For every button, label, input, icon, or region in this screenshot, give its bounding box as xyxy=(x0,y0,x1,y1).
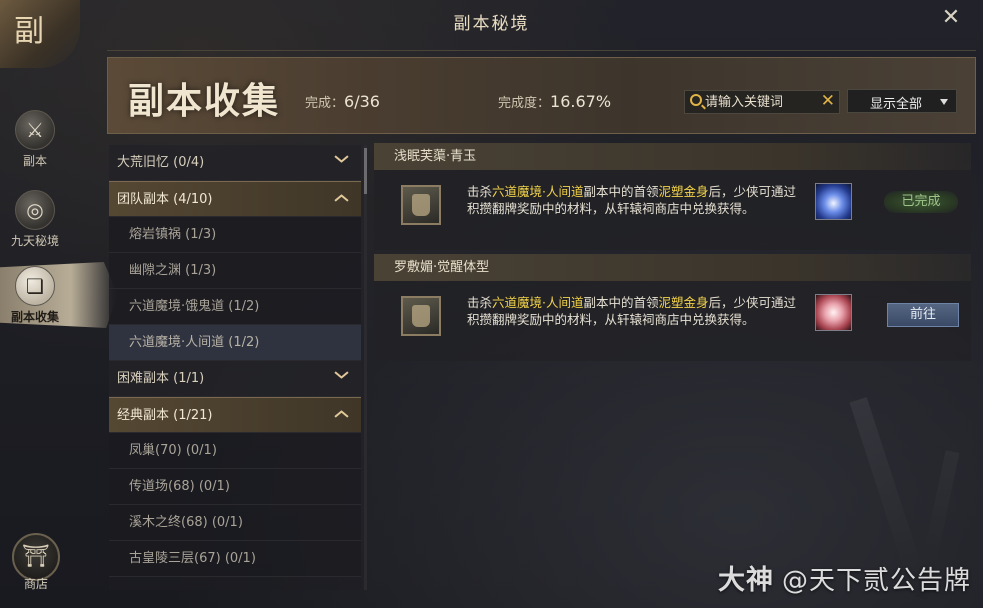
nav-item-dungeon[interactable]: ⚔ 副本 xyxy=(0,110,70,169)
desc-dungeon: 六道魔境·人间道 xyxy=(492,184,584,199)
completed-badge: 已完成 xyxy=(884,191,958,213)
row-count: (1/1) xyxy=(173,371,205,386)
nav-item-jiutian[interactable]: ◎ 九天秘境 xyxy=(0,190,70,249)
row-label: 大荒旧忆 xyxy=(117,155,170,170)
dungeon-list[interactable]: 大荒旧忆 (0/4) 团队副本 (4/10) 熔岩镇祸 (1/3) 幽隙之渊 (… xyxy=(109,145,361,590)
boss-thumbnail xyxy=(401,185,441,225)
chevron-down-icon xyxy=(940,99,948,105)
row-count: (1/2) xyxy=(228,335,260,350)
row-label: 凤巢(70) xyxy=(129,443,182,458)
title-bar: 副本秘境 ✕ xyxy=(0,0,983,40)
desc-dungeon: 六道魔境·人间道 xyxy=(492,295,584,310)
list-scrollbar[interactable] xyxy=(364,145,367,590)
row-label: 溪木之终(68) xyxy=(129,515,208,530)
category-row[interactable]: 经典副本 (1/21) xyxy=(109,397,361,433)
completion-stat: 完成度：16.67% xyxy=(498,92,611,111)
row-label: 幽隙之渊 xyxy=(129,263,182,278)
reward-item-icon[interactable] xyxy=(815,183,852,220)
row-count: (0/4) xyxy=(173,155,205,170)
watermark-handle: @天下贰公告牌 xyxy=(781,566,971,596)
entry-body: 击杀六道魔境·人间道副本中的首领泥塑金身后，少侠可通过积攒翻牌奖励中的材料，从轩… xyxy=(374,281,971,361)
search-icon xyxy=(690,94,702,106)
filter-dropdown[interactable]: 显示全部 xyxy=(847,89,957,113)
search-box[interactable]: ✕ xyxy=(684,90,840,114)
desc-boss: 泥塑金身 xyxy=(658,295,709,310)
entry-title: 浅眠芙蕖·青玉 xyxy=(374,143,971,170)
boss-thumbnail xyxy=(401,296,441,336)
row-count: (0/1) xyxy=(185,443,217,458)
row-count: (1/2) xyxy=(228,299,260,314)
watermark: 大神 @天下贰公告牌 xyxy=(718,558,971,597)
row-count: (1/21) xyxy=(173,408,213,423)
row-count: (0/1) xyxy=(211,515,243,530)
swirl-icon: ◎ xyxy=(15,190,55,230)
entry-description: 击杀六道魔境·人间道副本中的首领泥塑金身后，少侠可通过积攒翻牌奖励中的材料，从轩… xyxy=(467,183,797,217)
window-title: 副本秘境 xyxy=(453,14,530,34)
dungeon-row[interactable]: 古皇陵三层(67) (0/1) xyxy=(109,541,361,577)
list-scrollbar-thumb[interactable] xyxy=(364,148,367,194)
completion-value: 16.67% xyxy=(550,92,612,111)
watermark-brand: 大神 xyxy=(717,565,774,596)
row-label: 困难副本 xyxy=(117,371,170,386)
sword-circle-icon: ⚔ xyxy=(15,110,55,150)
completion-label: 完成度： xyxy=(498,96,551,111)
row-label: 熔岩镇祸 xyxy=(129,227,182,242)
nav-label: 副本收集 xyxy=(10,310,59,324)
row-count: (1/3) xyxy=(185,227,217,242)
dungeon-row[interactable]: 凤巢(70) (0/1) xyxy=(109,433,361,469)
entry-description: 击杀六道魔境·人间道副本中的首领泥塑金身后，少侠可通过积攒翻牌奖励中的材料，从轩… xyxy=(467,294,797,328)
dungeon-row[interactable]: 熔岩镇祸 (1/3) xyxy=(109,217,361,253)
filter-value: 显示全部 xyxy=(870,97,923,112)
progress-label: 完成： xyxy=(305,96,345,111)
close-icon[interactable]: ✕ xyxy=(939,6,963,30)
nav-label: 九天秘境 xyxy=(10,234,59,248)
row-label: 古皇陵三层(67) xyxy=(129,551,221,566)
desc-text: 击杀 xyxy=(467,295,493,310)
chevron-up-icon xyxy=(335,193,347,205)
chevron-up-icon xyxy=(335,409,347,421)
row-count: (1/3) xyxy=(185,263,217,278)
search-input[interactable] xyxy=(705,93,815,111)
progress-value: 6/36 xyxy=(344,92,380,111)
dungeon-row-selected[interactable]: 六道魔境·人间道 (1/2) xyxy=(109,325,361,361)
row-label: 六道魔境·人间道 xyxy=(129,335,225,350)
book-collection-icon: ❏ xyxy=(15,266,55,306)
collection-entry: 浅眠芙蕖·青玉 击杀六道魔境·人间道副本中的首领泥塑金身后，少侠可通过积攒翻牌奖… xyxy=(374,143,971,250)
dungeon-row[interactable]: 幽隙之渊 (1/3) xyxy=(109,253,361,289)
collection-entry: 罗敷媚·觉醒体型 击杀六道魔境·人间道副本中的首领泥塑金身后，少侠可通过积攒翻牌… xyxy=(374,254,971,361)
row-label: 六道魔境·饿鬼道 xyxy=(129,299,225,314)
row-label: 团队副本 xyxy=(117,192,170,207)
row-count: (0/1) xyxy=(198,479,230,494)
category-row[interactable]: 大荒旧忆 (0/4) xyxy=(109,145,361,181)
chevron-down-icon xyxy=(335,370,347,382)
entry-title: 罗敷媚·觉醒体型 xyxy=(374,254,971,281)
desc-text: 击杀 xyxy=(467,184,493,199)
desc-text: 副本中的首领 xyxy=(583,295,659,310)
dungeon-row[interactable]: 传道场(68) (0/1) xyxy=(109,469,361,505)
row-count: (4/10) xyxy=(173,192,213,207)
dungeon-row[interactable]: 溪木之终(68) (0/1) xyxy=(109,505,361,541)
nav-label: 副本 xyxy=(22,154,47,168)
row-label: 经典副本 xyxy=(117,408,170,423)
shop-label: 商店 xyxy=(23,577,48,591)
entry-body: 击杀六道魔境·人间道副本中的首领泥塑金身后，少侠可通过积攒翻牌奖励中的材料，从轩… xyxy=(374,170,971,250)
goto-button[interactable]: 前往 xyxy=(887,303,959,327)
row-count: (0/1) xyxy=(224,551,256,566)
reward-item-icon[interactable] xyxy=(815,294,852,331)
title-divider xyxy=(107,50,976,51)
shop-gate-icon: ⛩ xyxy=(12,533,60,581)
clear-icon[interactable]: ✕ xyxy=(821,91,835,111)
desc-text: 副本中的首领 xyxy=(583,184,659,199)
progress-stat: 完成：6/36 xyxy=(305,92,380,111)
category-row[interactable]: 困难副本 (1/1) xyxy=(109,361,361,397)
dungeon-row[interactable]: 六道魔境·饿鬼道 (1/2) xyxy=(109,289,361,325)
desc-boss: 泥塑金身 xyxy=(658,184,709,199)
category-row[interactable]: 团队副本 (4/10) xyxy=(109,181,361,217)
chevron-down-icon xyxy=(335,154,347,166)
collection-header: 副本收集 完成：6/36 完成度：16.67% ✕ 显示全部 xyxy=(107,57,976,134)
shop-button[interactable]: ⛩ 商店 xyxy=(10,533,62,592)
nav-item-collection[interactable]: ❏ 副本收集 xyxy=(0,266,70,325)
row-label: 传道场(68) xyxy=(129,479,195,494)
page-title: 副本收集 xyxy=(128,80,281,122)
